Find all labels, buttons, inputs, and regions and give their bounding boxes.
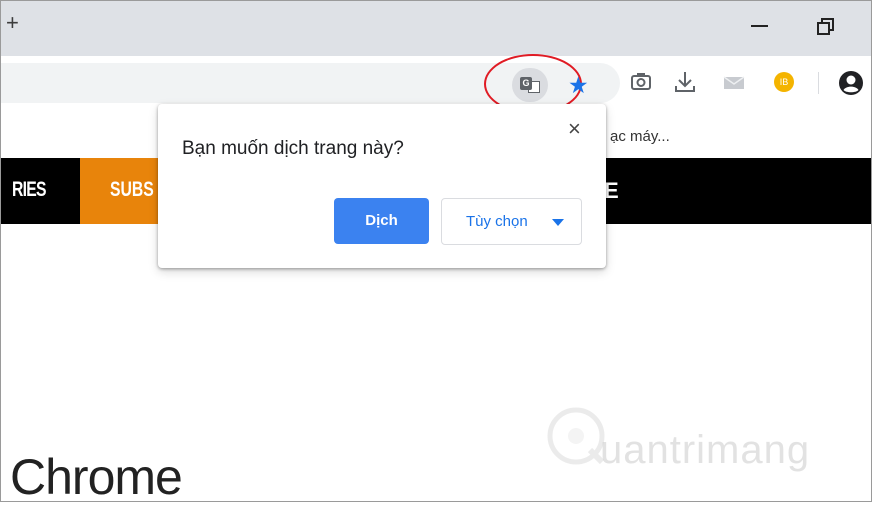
- options-label: Tùy chọn: [466, 213, 528, 230]
- translate-button[interactable]: G: [512, 68, 548, 102]
- options-dropdown-button[interactable]: Tùy chọn: [441, 198, 582, 245]
- nav-item-ries[interactable]: RIES: [12, 178, 47, 202]
- translate-g-icon: G: [520, 77, 532, 90]
- new-tab-plus-icon[interactable]: +: [6, 12, 19, 34]
- restore-button[interactable]: [812, 14, 836, 38]
- nav-subscribe-label: SUBS: [110, 178, 154, 201]
- bookmark-star-icon[interactable]: ★: [568, 70, 589, 100]
- translate-dialog: Bạn muốn dịch trang này? × Dịch Tùy chọn: [158, 104, 606, 268]
- nav-item-e[interactable]: E: [604, 178, 619, 204]
- download-icon[interactable]: [674, 70, 696, 94]
- camera-icon[interactable]: [630, 72, 652, 92]
- page-heading: Chrome: [10, 449, 183, 505]
- profile-icon[interactable]: [838, 70, 864, 96]
- title-bar: +: [0, 0, 872, 56]
- close-icon[interactable]: ×: [568, 118, 581, 140]
- mail-icon[interactable]: [723, 75, 745, 91]
- minimize-button[interactable]: [748, 14, 772, 38]
- extension-icon[interactable]: IB: [774, 72, 794, 92]
- watermark-text: uantrimang: [600, 428, 811, 472]
- translate-confirm-button[interactable]: Dịch: [334, 198, 429, 244]
- bookmark-item[interactable]: ạc máy...: [610, 128, 670, 145]
- watermark-logo-icon: [547, 407, 605, 465]
- translate-question: Bạn muốn dịch trang này?: [182, 138, 404, 159]
- toolbar-separator: [818, 72, 819, 94]
- caret-down-icon: [552, 219, 564, 226]
